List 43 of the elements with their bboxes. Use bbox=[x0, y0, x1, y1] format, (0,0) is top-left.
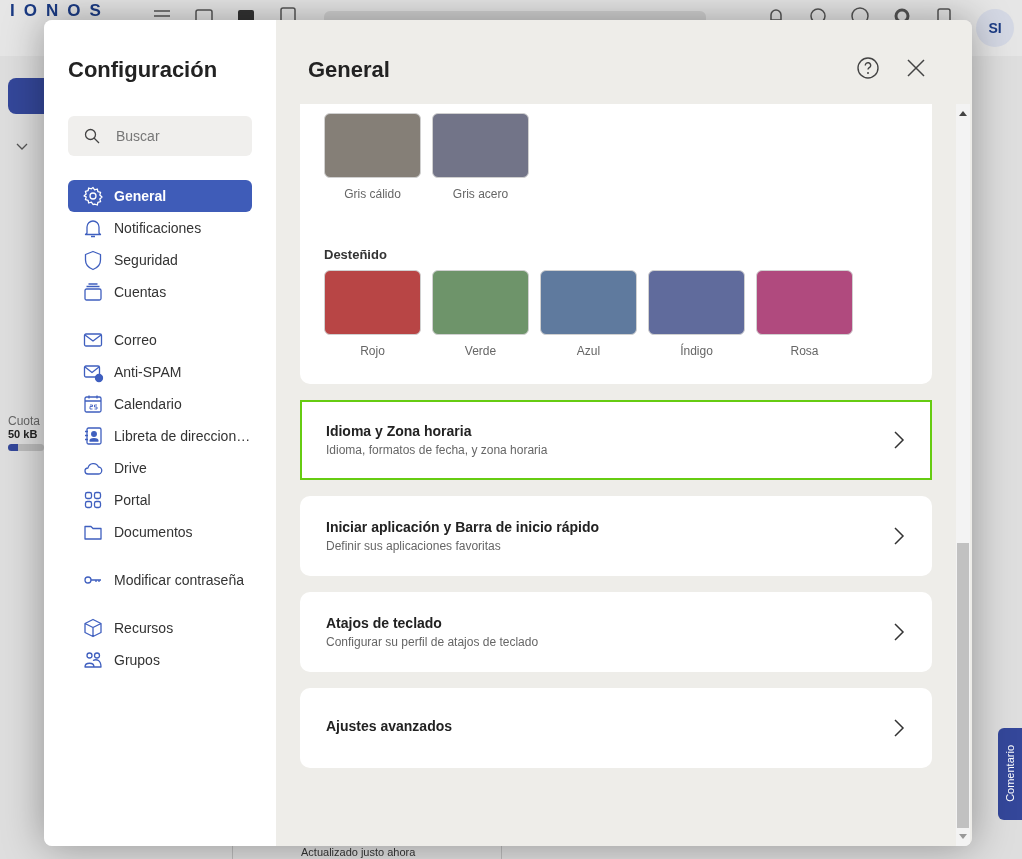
nav-item[interactable]: Correo bbox=[68, 324, 252, 356]
card-subtitle: Idioma, formatos de fecha, y zona horaria bbox=[326, 443, 549, 457]
nav-item[interactable]: Grupos bbox=[68, 644, 252, 676]
logo: IONOS bbox=[10, 2, 111, 19]
nav-item[interactable]: Notificaciones bbox=[68, 212, 252, 244]
card-title: Ajustes avanzados bbox=[326, 718, 454, 734]
card-title: Iniciar aplicación y Barra de inicio rápido bbox=[326, 519, 601, 535]
quota-label: Cuota bbox=[8, 414, 42, 428]
search-field[interactable]: Buscar bbox=[68, 116, 252, 156]
quota-value: 50 kB bbox=[8, 428, 39, 440]
nav-item[interactable]: Documentos bbox=[68, 516, 252, 548]
swatch-label: Azul bbox=[576, 344, 601, 358]
search-input: Buscar bbox=[114, 127, 238, 145]
section-title: General bbox=[308, 57, 390, 83]
avatar[interactable]: SI bbox=[976, 9, 1014, 47]
settings-card[interactable]: Ajustes avanzados bbox=[300, 688, 932, 768]
nav-item[interactable]: Libreta de direccion… bbox=[68, 420, 252, 452]
card-subtitle: Configurar su perfil de atajos de teclado bbox=[326, 635, 540, 649]
swatch-label: Índigo bbox=[680, 344, 713, 358]
nav-item[interactable]: Drive bbox=[68, 452, 252, 484]
nav-item[interactable]: Seguridad bbox=[68, 244, 252, 276]
swatch-label: Rosa bbox=[790, 344, 819, 358]
swatch-label: Rojo bbox=[360, 344, 385, 358]
settings-card[interactable]: Atajos de teclado Configurar su perfil de atajos de teclado bbox=[300, 592, 932, 672]
group-heading: Desteñido bbox=[324, 247, 388, 262]
nav-item[interactable]: Calendario bbox=[68, 388, 252, 420]
settings-card[interactable]: Iniciar aplicación y Barra de inicio rápido Definir sus aplicaciones favoritas bbox=[300, 496, 932, 576]
nav-item[interactable]: Portal bbox=[68, 484, 252, 516]
card-title: Atajos de teclado bbox=[326, 615, 443, 631]
nav-item[interactable]: Modificar contraseña bbox=[68, 564, 252, 596]
settings-card[interactable]: Idioma y Zona horaria Idioma, formatos de fecha, y zona horaria bbox=[300, 400, 932, 480]
swatch-label: Gris cálido bbox=[344, 187, 401, 201]
card-subtitle: Definir sus aplicaciones favoritas bbox=[326, 539, 502, 553]
dialog-title: Configuración bbox=[68, 56, 219, 84]
nav-item[interactable]: Cuentas bbox=[68, 276, 252, 308]
card-title: Idioma y Zona horaria bbox=[326, 423, 473, 439]
swatch-label: Gris acero bbox=[452, 187, 509, 201]
nav-item[interactable]: General bbox=[68, 180, 252, 212]
nav-item[interactable]: Recursos bbox=[68, 612, 252, 644]
feedback-button[interactable]: Comentario bbox=[998, 728, 1022, 820]
swatch-label: Verde bbox=[464, 344, 497, 358]
nav-item[interactable]: Anti-SPAM bbox=[68, 356, 252, 388]
status-text: Actualizado justo ahora bbox=[301, 846, 416, 859]
